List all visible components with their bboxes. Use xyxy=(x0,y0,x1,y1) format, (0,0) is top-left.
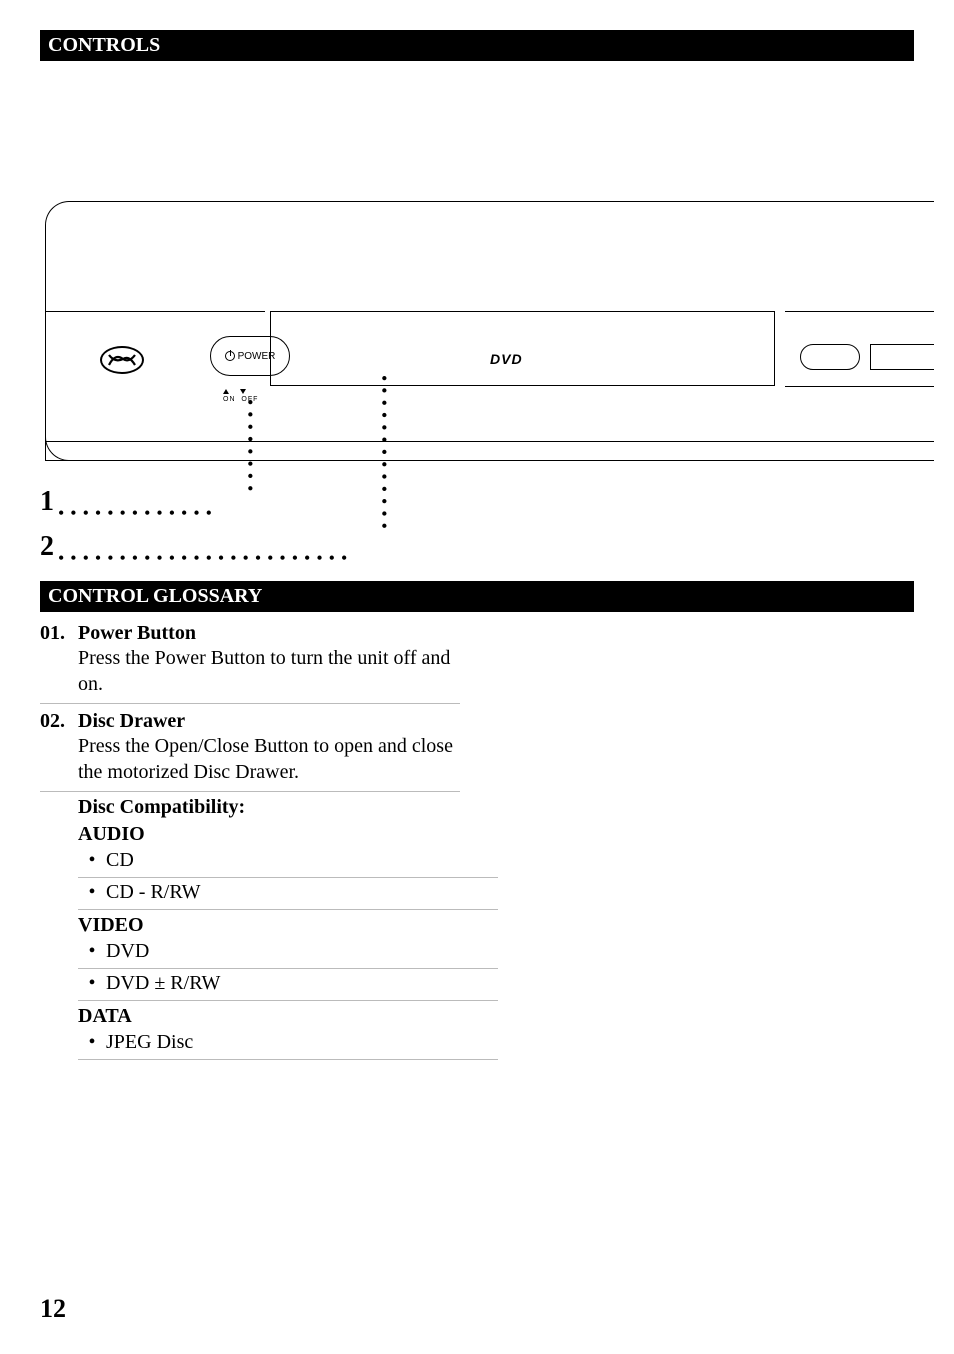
device-bottom-rail xyxy=(45,441,934,461)
data-list: •JPEG Disc xyxy=(78,1028,498,1060)
glossary-title: Power Button xyxy=(78,622,460,645)
section-header-controls: CONTROLS xyxy=(40,30,914,61)
device-diagram: POWER ON OFF DVD •••••••• ••••••••••••• … xyxy=(40,201,914,561)
device-panel-left xyxy=(45,311,265,441)
list-item: •DVD xyxy=(78,937,498,969)
brand-logo-icon xyxy=(100,346,144,374)
compat-heading: Disc Compatibility: xyxy=(78,792,498,819)
list-item-text: CD xyxy=(106,849,134,872)
data-heading: DATA xyxy=(78,1001,498,1028)
list-item-text: DVD ± R/RW xyxy=(106,972,220,995)
disc-drawer-outline xyxy=(270,311,775,386)
glossary-title: Disc Drawer xyxy=(78,710,460,733)
callout-number-2: 2 xyxy=(40,531,54,563)
list-item-text: CD - R/RW xyxy=(106,881,200,904)
power-label: POWER xyxy=(238,351,276,362)
list-item: •CD xyxy=(78,846,498,878)
glossary-item: 01. Power Button Press the Power Button … xyxy=(40,622,460,704)
audio-heading: AUDIO xyxy=(78,819,498,846)
dvd-drawer-label: DVD xyxy=(490,351,523,367)
glossary-number: 02. xyxy=(40,710,78,785)
logo-swoosh-icon xyxy=(107,351,137,369)
glossary-item: 02. Disc Drawer Press the Open/Close But… xyxy=(40,710,460,792)
power-button-graphic: POWER xyxy=(210,336,290,376)
video-heading: VIDEO xyxy=(78,910,498,937)
device-panel-right-2 xyxy=(785,386,934,441)
page-number: 12 xyxy=(40,1294,66,1324)
callout-dots-1h: ••••••••••••• xyxy=(58,509,218,517)
audio-list: •CD •CD - R/RW xyxy=(78,846,498,910)
list-item: •JPEG Disc xyxy=(78,1028,498,1060)
video-list: •DVD •DVD ± R/RW xyxy=(78,937,498,1001)
triangle-down-icon xyxy=(240,389,246,394)
on-text: ON xyxy=(223,396,236,403)
glossary-list: 01. Power Button Press the Power Button … xyxy=(40,622,914,1060)
front-button-pill xyxy=(800,344,860,370)
section-header-glossary: CONTROL GLOSSARY xyxy=(40,581,914,612)
glossary-desc: Press the Open/Close Button to open and … xyxy=(78,733,460,785)
callout-dots-1v: •••••••• xyxy=(246,399,254,497)
glossary-desc: Press the Power Button to turn the unit … xyxy=(78,645,460,697)
list-item-text: JPEG Disc xyxy=(106,1031,193,1054)
callout-dots-2v: ••••••••••••• xyxy=(380,375,388,535)
front-button-rect xyxy=(870,344,934,370)
callout-number-1: 1 xyxy=(40,486,54,518)
disc-compatibility-block: Disc Compatibility: AUDIO •CD •CD - R/RW… xyxy=(78,792,498,1060)
callout-dots-2h: •••••••••••••••••••••••• xyxy=(58,554,353,562)
list-item: •CD - R/RW xyxy=(78,878,498,910)
power-icon xyxy=(225,351,235,361)
list-item: •DVD ± R/RW xyxy=(78,969,498,1001)
glossary-number: 01. xyxy=(40,622,78,697)
triangle-up-icon xyxy=(223,389,229,394)
list-item-text: DVD xyxy=(106,940,149,963)
